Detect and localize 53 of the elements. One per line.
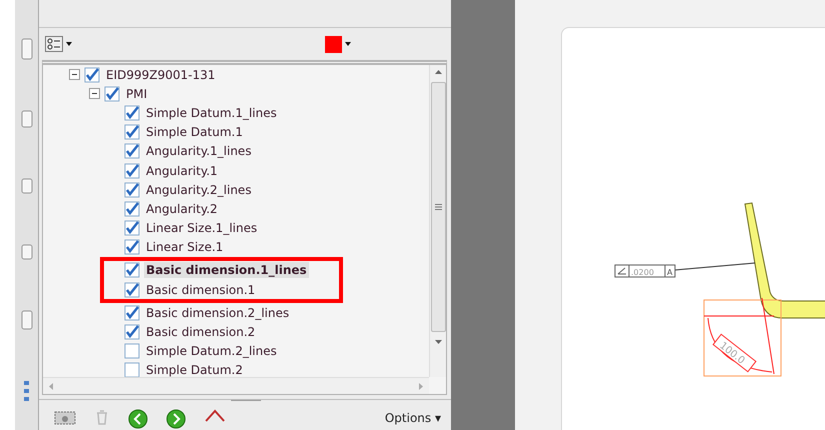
tree-item[interactable]: Simple Datum.2	[144, 362, 245, 377]
tree-item[interactable]: Angularity.2_lines	[144, 182, 254, 198]
options-menu[interactable]: Options ▾	[384, 411, 441, 425]
checkbox[interactable]	[124, 343, 140, 360]
checkbox[interactable]	[124, 143, 140, 160]
grip-icon	[434, 204, 442, 210]
checkbox[interactable]	[124, 220, 140, 236]
tree-item[interactable]: Basic dimension.2_lines	[144, 304, 292, 321]
tree-item[interactable]: Angularity.1_lines	[144, 143, 254, 160]
tree-item[interactable]: Simple Datum.1_lines	[144, 104, 279, 121]
tree-item[interactable]: Linear Size.1_lines	[144, 220, 260, 236]
list-icon	[45, 36, 63, 52]
tree-item[interactable]: Linear Size.1	[144, 239, 226, 256]
tree-item[interactable]: PMI	[124, 86, 150, 102]
scroll-down-icon[interactable]	[434, 340, 442, 344]
checkbox[interactable]	[124, 104, 140, 121]
checkbox[interactable]	[124, 162, 140, 179]
caret-icon	[66, 42, 72, 46]
checkbox[interactable]	[124, 324, 140, 340]
back-icon[interactable]	[128, 409, 148, 429]
tool-icon[interactable]	[20, 110, 32, 128]
checkbox[interactable]	[124, 239, 140, 256]
list-options-button[interactable]	[45, 36, 72, 52]
checkbox[interactable]	[84, 66, 100, 83]
scroll-up-icon[interactable]	[434, 70, 442, 74]
scrollbar-thumb[interactable]	[430, 82, 446, 332]
color-swatch	[325, 36, 342, 52]
checkbox[interactable]	[124, 304, 140, 321]
tree-item[interactable]: Basic dimension.1	[144, 282, 258, 298]
checkbox[interactable]	[124, 200, 140, 217]
tool-icon[interactable]	[20, 244, 32, 260]
tool-icon[interactable]	[20, 38, 32, 60]
tool-icon[interactable]	[20, 310, 32, 330]
tree-item[interactable]: EID999Z9001-131	[104, 66, 218, 83]
collapse-toggle[interactable]	[69, 69, 80, 80]
checkbox[interactable]	[124, 282, 140, 298]
tree-item[interactable]: Simple Datum.1	[144, 124, 245, 140]
collapse-toggle[interactable]	[89, 88, 100, 100]
grid-icon[interactable]	[24, 380, 30, 402]
tree-item[interactable]: Basic dimension.2	[144, 324, 258, 340]
checkbox[interactable]	[124, 124, 140, 140]
tree-item[interactable]: Basic dimension.1_lines	[144, 262, 309, 278]
checkbox[interactable]	[104, 86, 120, 102]
forward-icon[interactable]	[166, 409, 186, 429]
checkbox[interactable]	[124, 262, 140, 278]
tree-item[interactable]: Angularity.1	[144, 162, 220, 179]
caret-icon	[345, 42, 351, 46]
tree-item[interactable]: Simple Datum.2_lines	[144, 343, 279, 360]
tree-item[interactable]: Angularity.2	[144, 200, 220, 217]
checkbox[interactable]	[124, 182, 140, 198]
camera-icon[interactable]	[54, 409, 76, 425]
color-picker-button[interactable]	[325, 36, 351, 52]
tool-icon[interactable]	[20, 178, 32, 194]
